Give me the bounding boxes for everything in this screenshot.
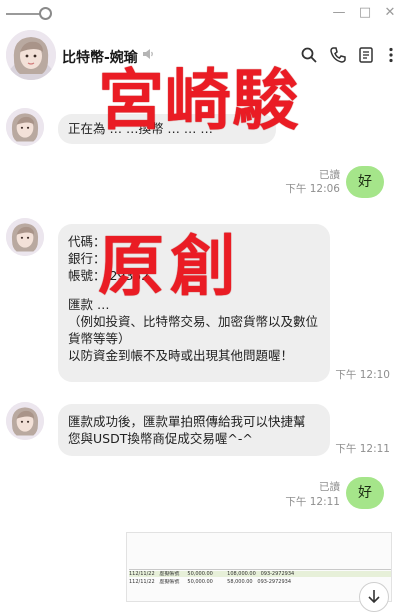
attachment-cell: 58,000.00 bbox=[227, 579, 253, 585]
message-time: 下午 12:10 bbox=[335, 369, 390, 381]
message-text: 匯款成功後，匯款單拍照傳給我可以快捷幫 bbox=[68, 414, 306, 429]
watermark-text-line1: 宮崎駿 bbox=[98, 61, 299, 139]
scroll-to-bottom-button[interactable] bbox=[359, 582, 389, 612]
attachment-divider bbox=[129, 569, 391, 570]
attachment-row: 112/11/22 虛擬帳號 50,000.00 58,000.00 093-2… bbox=[129, 579, 391, 585]
message-time: 下午 12:11 bbox=[335, 443, 390, 455]
image-attachment-preview[interactable]: 112/11/22 虛擬帳號 50,000.00 108,000.00 093-… bbox=[126, 532, 392, 602]
attachment-cell: 50,000.00 bbox=[187, 571, 213, 577]
message-time: 下午 12:11 bbox=[285, 496, 340, 508]
message-read-status: 已讀 bbox=[319, 481, 340, 493]
notes-icon[interactable] bbox=[357, 46, 375, 64]
more-icon[interactable] bbox=[382, 46, 400, 64]
message-text: 您與USDT換幣商促成交易喔^-^ bbox=[68, 431, 253, 446]
contact-avatar[interactable] bbox=[6, 30, 56, 80]
outgoing-message-bubble[interactable]: 好 bbox=[346, 166, 384, 198]
minimize-button[interactable]: — bbox=[330, 4, 348, 22]
attachment-cell: 112/11/22 bbox=[129, 571, 155, 577]
muted-speaker-icon bbox=[143, 49, 153, 59]
message-text: 貨幣等等） bbox=[68, 331, 131, 346]
attachment-cell: 108,000.00 bbox=[227, 571, 256, 577]
outgoing-message-bubble[interactable]: 好 bbox=[346, 477, 384, 509]
phone-icon[interactable] bbox=[329, 46, 347, 64]
message-text: （例如投資、比特幣交易、加密貨幣以及數位 bbox=[68, 314, 319, 329]
search-icon[interactable] bbox=[300, 46, 318, 64]
attachment-cell: 093-2972934 bbox=[257, 579, 292, 585]
title-bar: — □ ✕ bbox=[0, 0, 404, 26]
sender-avatar[interactable] bbox=[6, 108, 44, 146]
message-text: 以防資金到帳不及時或出現其他問題喔！ bbox=[68, 348, 294, 363]
watermark-text-line2: 原創 bbox=[98, 227, 242, 305]
attachment-cell: 093-2972934 bbox=[260, 571, 295, 577]
sender-avatar[interactable] bbox=[6, 218, 44, 256]
close-button[interactable]: ✕ bbox=[381, 4, 399, 22]
attachment-cell: 50,000.00 bbox=[187, 579, 213, 585]
incoming-message-bubble[interactable]: 匯款成功後，匯款單拍照傳給我可以快捷幫 您與USDT換幣商促成交易喔^-^ bbox=[58, 404, 330, 456]
attachment-row: 112/11/22 虛擬帳號 50,000.00 108,000.00 093-… bbox=[129, 571, 391, 577]
arrow-down-icon bbox=[368, 590, 380, 604]
attachment-cell: 虛擬帳號 bbox=[159, 571, 180, 577]
sender-avatar[interactable] bbox=[6, 402, 44, 440]
message-read-status: 已讀 bbox=[319, 169, 340, 181]
message-time: 下午 12:06 bbox=[285, 183, 340, 195]
attachment-cell: 虛擬帳號 bbox=[159, 579, 180, 585]
attachment-cell: 112/11/22 bbox=[129, 579, 155, 585]
opacity-slider-handle[interactable] bbox=[39, 7, 52, 20]
opacity-slider-track[interactable] bbox=[6, 13, 40, 15]
maximize-button[interactable]: □ bbox=[356, 4, 374, 22]
